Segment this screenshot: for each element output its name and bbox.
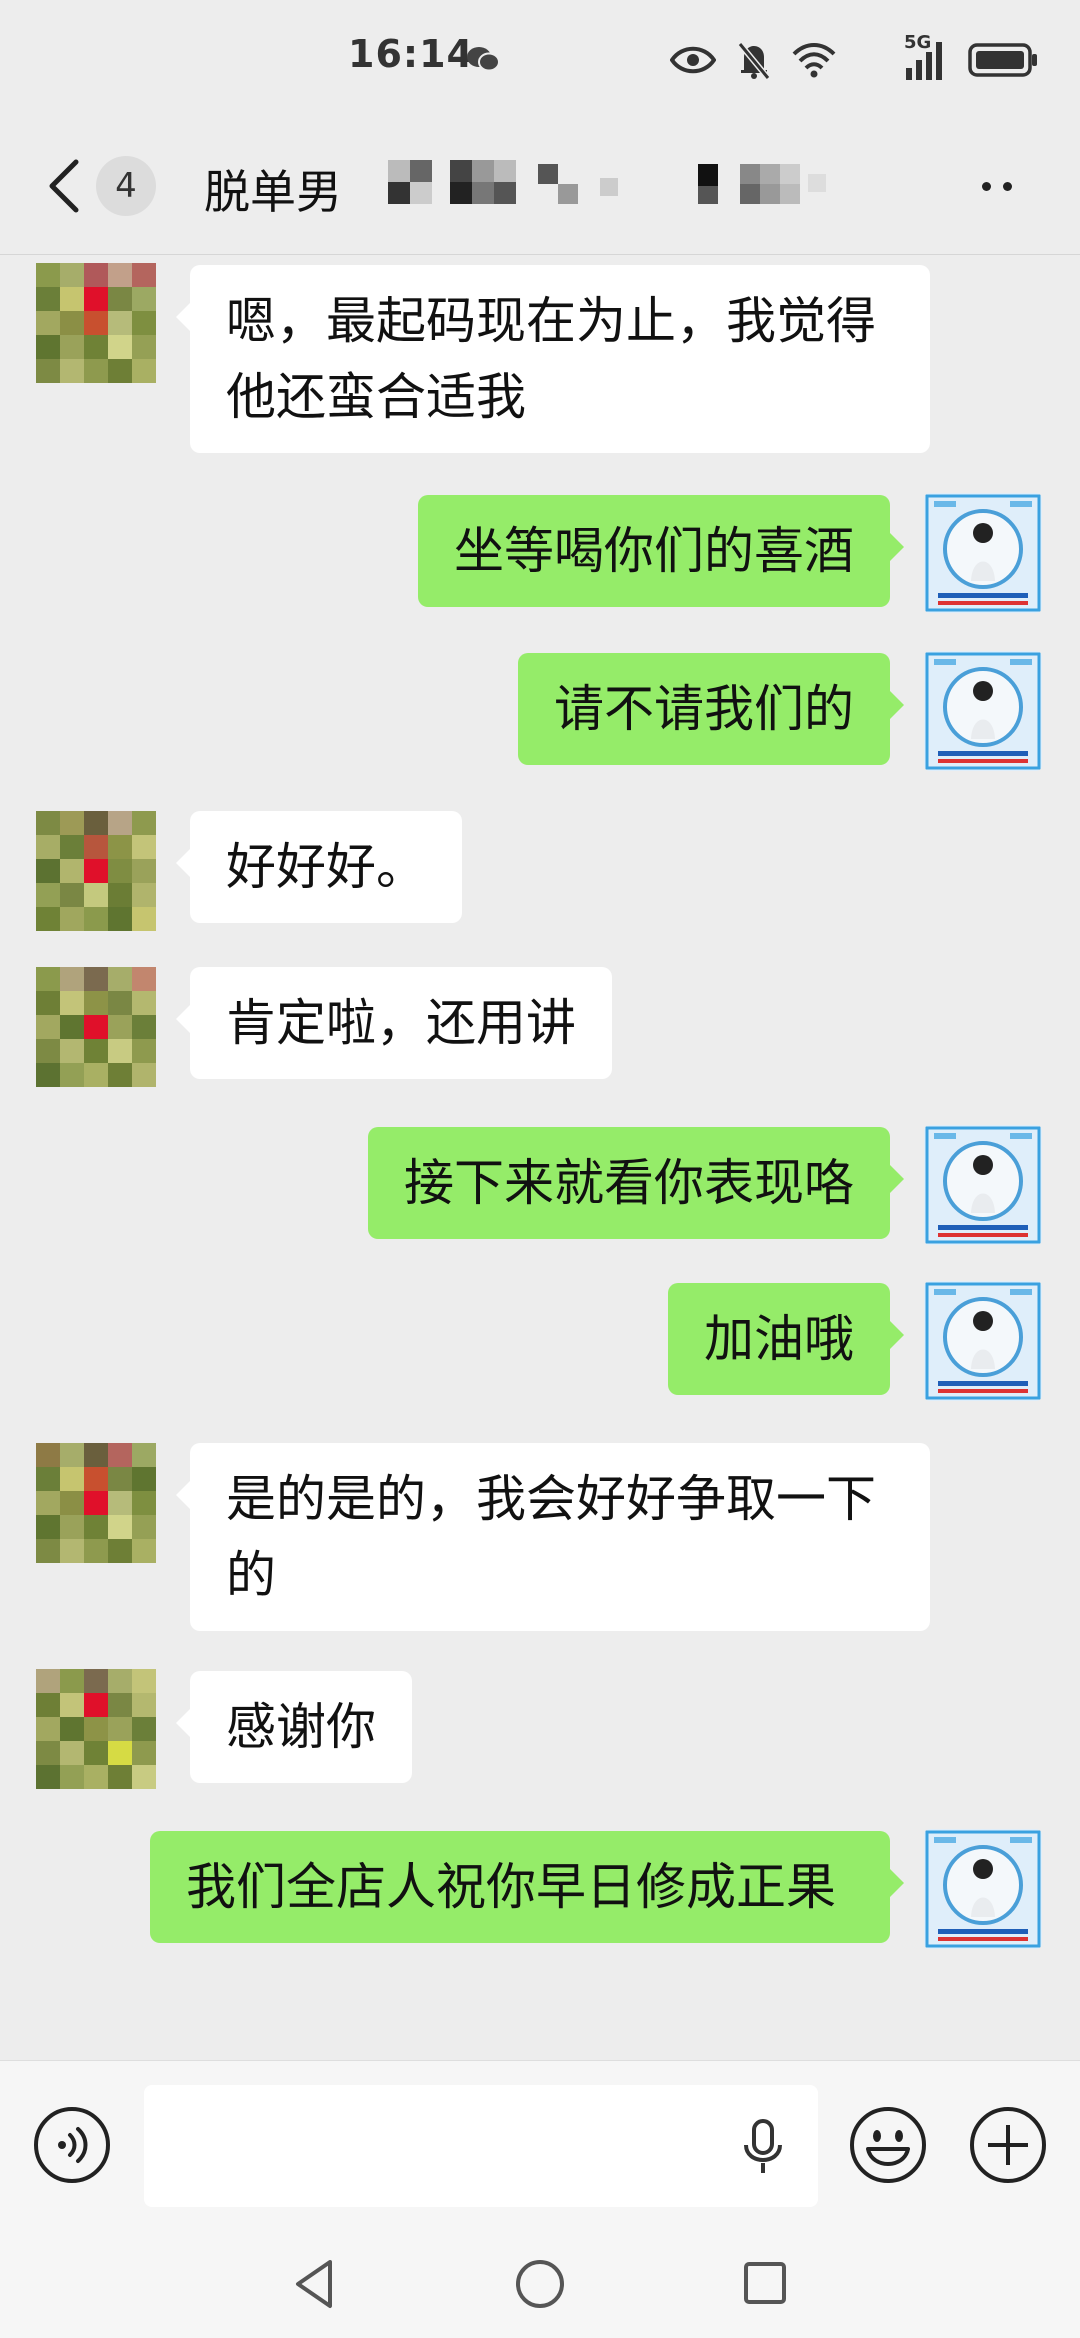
chevron-left-icon[interactable] [40, 154, 88, 218]
status-icons: 5G [670, 32, 1040, 84]
status-bar: 16:14 5G [0, 0, 1080, 118]
chat-header: 4 脱单男 [0, 118, 1080, 255]
contact-avatar-mosaic[interactable] [36, 263, 156, 383]
my-avatar-image [924, 1125, 1042, 1245]
status-time: 16:14 [348, 32, 474, 76]
signal-icon [906, 42, 942, 80]
message-bubble-incoming[interactable]: 是的是的，我会好好争取一下的 [176, 1443, 930, 1631]
signal-group: 5G [856, 32, 948, 84]
unread-badge[interactable]: 4 [96, 156, 156, 216]
home-circle-icon[interactable] [514, 2258, 566, 2310]
my-avatar-image [924, 1281, 1042, 1401]
dot [1003, 181, 1012, 191]
my-avatar-image [924, 1829, 1042, 1949]
title-redaction-mosaic [388, 160, 826, 204]
my-avatar[interactable] [924, 1281, 1042, 1401]
chat-title: 脱单男 [204, 165, 342, 219]
my-avatar[interactable] [924, 651, 1042, 771]
message-bubble-outgoing[interactable]: 加油哦 [668, 1283, 904, 1395]
my-avatar[interactable] [924, 493, 1042, 613]
contact-avatar-mosaic[interactable] [36, 967, 156, 1087]
message-bubble-outgoing[interactable]: 我们全店人祝你早日修成正果 [150, 1831, 904, 1943]
recents-square-icon[interactable] [742, 2260, 788, 2306]
voice-icon[interactable] [32, 2105, 112, 2185]
message-bubble-incoming[interactable]: 肯定啦，还用讲 [176, 967, 612, 1079]
message-list[interactable]: 嗯，最起码现在为止，我觉得他还蛮合适我 坐等喝你们的喜酒 请不请我们的 好好好。… [0, 255, 1080, 2060]
message-bubble-incoming[interactable]: 感谢你 [176, 1671, 412, 1783]
dot [982, 181, 991, 191]
contact-avatar-mosaic[interactable] [36, 811, 156, 931]
contact-avatar-mosaic[interactable] [36, 1443, 156, 1563]
more-dots-icon[interactable] [982, 174, 1036, 198]
message-bubble-outgoing[interactable]: 请不请我们的 [518, 653, 904, 765]
message-input[interactable] [144, 2085, 818, 2207]
input-bar [0, 2060, 1080, 2231]
mic-icon[interactable] [738, 2117, 788, 2177]
emoji-icon[interactable] [848, 2105, 928, 2185]
wechat-icon [467, 47, 500, 72]
my-avatar[interactable] [924, 1125, 1042, 1245]
eye-icon [670, 46, 716, 74]
message-bubble-outgoing[interactable]: 接下来就看你表现咯 [368, 1127, 904, 1239]
my-avatar-image [924, 651, 1042, 771]
message-bubble-incoming[interactable]: 嗯，最起码现在为止，我觉得他还蛮合适我 [176, 265, 930, 453]
battery-icon [968, 43, 1037, 77]
message-bubble-incoming[interactable]: 好好好。 [176, 811, 462, 923]
contact-avatar-mosaic[interactable] [36, 1669, 156, 1789]
back-triangle-icon[interactable] [290, 2256, 338, 2312]
my-avatar[interactable] [924, 1829, 1042, 1949]
system-navigation-bar [0, 2230, 1080, 2338]
my-avatar-image [924, 493, 1042, 613]
message-bubble-outgoing[interactable]: 坐等喝你们的喜酒 [418, 495, 904, 607]
wifi-icon [792, 43, 836, 78]
mute-bell-icon [737, 42, 771, 80]
plus-icon[interactable] [968, 2105, 1048, 2185]
